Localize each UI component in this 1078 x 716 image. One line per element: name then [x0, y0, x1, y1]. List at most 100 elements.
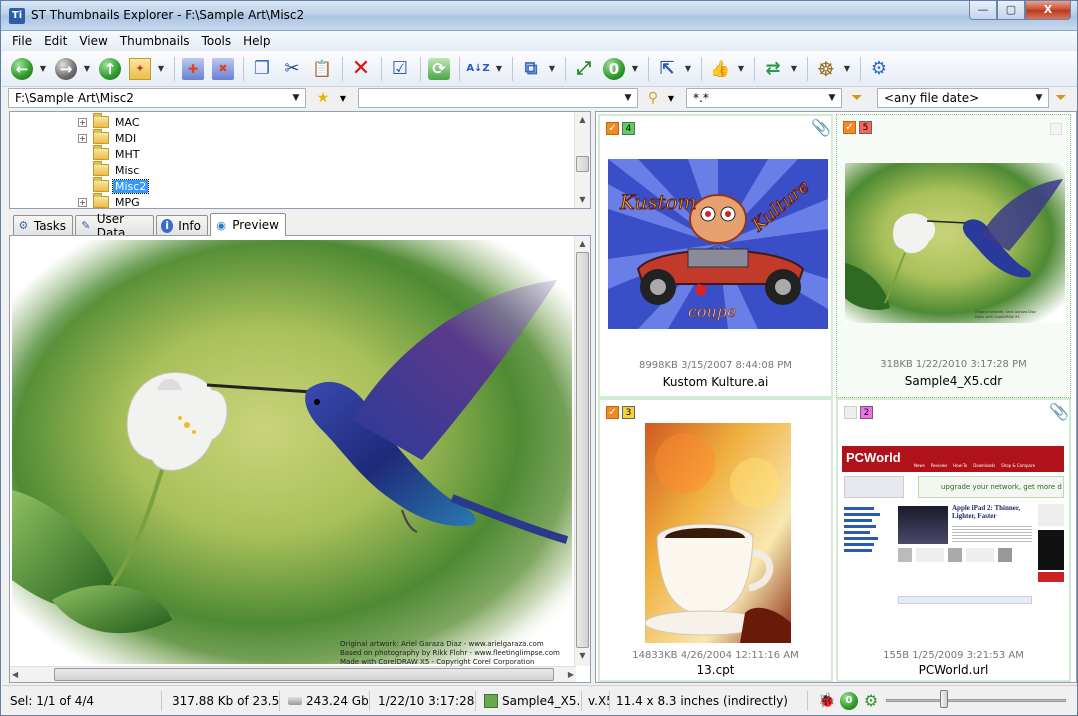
thumbs-dropdown[interactable]: ▼: [736, 64, 746, 73]
thumbnail-checkbox[interactable]: ✓: [606, 406, 619, 419]
tab-info[interactable]: i Info: [156, 215, 208, 235]
paste-button[interactable]: 📋: [308, 55, 336, 83]
tree-item[interactable]: Misc: [78, 161, 141, 178]
thumbnail-checkbox[interactable]: ✓: [606, 122, 619, 135]
mask-combo[interactable]: *.* ▼: [686, 88, 842, 108]
preview-vscroll[interactable]: ▲ ▼: [574, 236, 590, 666]
new-box-icon: ✚: [182, 57, 204, 80]
settings-button[interactable]: ⚙: [865, 55, 893, 83]
convert-dropdown[interactable]: ▼: [789, 64, 799, 73]
thumbnail-checkbox[interactable]: [844, 406, 857, 419]
thumbnail-item-selected[interactable]: ✓ 5 Original artwork: Ariel Garaza Diaz …: [836, 114, 1071, 398]
preview-hscroll[interactable]: ◀ ▶: [10, 666, 576, 682]
scroll-down-icon[interactable]: ▼: [575, 192, 590, 208]
search-key-icon[interactable]: ⚲: [644, 89, 662, 107]
tree-item[interactable]: Misc2: [78, 177, 150, 194]
chevron-down-icon[interactable]: ▼: [825, 90, 839, 106]
tree-item[interactable]: + MDI: [78, 129, 138, 146]
close-button[interactable]: X: [1025, 1, 1071, 20]
search-combo[interactable]: ▼: [358, 88, 638, 108]
bug-icon[interactable]: 🐞: [818, 693, 835, 709]
tree-scroll-thumb[interactable]: [576, 156, 589, 172]
tree-item[interactable]: + MPG: [78, 193, 142, 210]
scroll-left-icon[interactable]: ◀: [12, 667, 18, 682]
preview-hscroll-thumb[interactable]: [54, 668, 554, 681]
up-button[interactable]: ↑: [96, 55, 124, 83]
scroll-up-icon[interactable]: ▲: [575, 236, 590, 252]
title-bar[interactable]: Ti ST Thumbnails Explorer - F:\Sample Ar…: [1, 1, 1077, 31]
thumbnail-checkbox[interactable]: ✓: [843, 121, 856, 134]
window-title: ST Thumbnails Explorer - F:\Sample Art\M…: [31, 8, 305, 22]
tree-scrollbar[interactable]: ▲ ▼: [574, 112, 590, 208]
favorites-dropdown[interactable]: ▼: [334, 89, 352, 107]
date-filter-icon[interactable]: ⏷: [1052, 89, 1070, 107]
convert-button[interactable]: ⇄: [759, 55, 787, 83]
folder-dropdown[interactable]: ▼: [156, 64, 166, 73]
wheel-dropdown[interactable]: ▼: [842, 64, 852, 73]
back-dropdown[interactable]: ▼: [38, 64, 48, 73]
tab-user-data[interactable]: ✎ User Data: [75, 212, 154, 240]
open-folder-button[interactable]: ✦: [126, 55, 154, 83]
expand-toggle-icon[interactable]: +: [78, 117, 87, 127]
zoom-slider-track[interactable]: [886, 699, 1066, 702]
thumbs-button[interactable]: 👍: [706, 55, 734, 83]
sort-dropdown[interactable]: ▼: [494, 64, 504, 73]
delete-button[interactable]: ✕: [347, 55, 375, 83]
scroll-up-icon[interactable]: ▲: [575, 112, 590, 128]
thumbnail-item[interactable]: ✓ 3 14833KB 4/26/2004 12:11:16 AM 13.cpt: [598, 398, 833, 682]
maximize-button[interactable]: ▢: [997, 1, 1025, 20]
zoom-dropdown[interactable]: ▼: [630, 64, 640, 73]
tab-preview[interactable]: ◉ Preview: [210, 213, 286, 236]
menu-thumbnails[interactable]: Thumbnails: [114, 34, 196, 48]
filter-funnel-icon[interactable]: ⏷: [848, 89, 866, 107]
date-combo[interactable]: <any file date> ▼: [877, 88, 1049, 108]
path-combo[interactable]: F:\Sample Art\Misc2 ▼: [8, 88, 306, 108]
toolbar-separator: [860, 56, 861, 81]
search-dropdown[interactable]: ▼: [662, 89, 680, 107]
forward-button[interactable]: →: [52, 55, 80, 83]
delete-box-button[interactable]: ✖: [209, 55, 237, 83]
favorites-star-icon[interactable]: ★: [314, 89, 332, 107]
expand-toggle-icon[interactable]: +: [78, 133, 87, 143]
app-icon[interactable]: Ti: [9, 8, 25, 24]
forward-dropdown[interactable]: ▼: [82, 64, 92, 73]
scroll-down-icon[interactable]: ▼: [575, 648, 590, 664]
export-button[interactable]: ⇱: [653, 55, 681, 83]
check-all-button[interactable]: ☑: [386, 55, 414, 83]
thumbnail-item[interactable]: ✓ 4 📎 Kustom Kulture coupe 8998KB 3/15/2…: [598, 114, 833, 398]
refresh-button[interactable]: ⟳: [425, 55, 453, 83]
layout-button[interactable]: ⧉: [517, 55, 545, 83]
tree-item[interactable]: + MAC: [78, 113, 142, 130]
chevron-down-icon[interactable]: ▼: [1032, 90, 1046, 106]
new-box-button[interactable]: ✚: [179, 55, 207, 83]
fit-button[interactable]: ⤢: [570, 55, 598, 83]
pcworld-nav-item: News: [914, 463, 925, 468]
copy-button[interactable]: ❐: [248, 55, 276, 83]
chevron-down-icon[interactable]: ▼: [621, 90, 635, 106]
layout-dropdown[interactable]: ▼: [547, 64, 557, 73]
gear-icon[interactable]: ⚙: [862, 692, 880, 710]
preview-vscroll-thumb[interactable]: [576, 252, 589, 648]
menu-edit[interactable]: Edit: [38, 34, 73, 48]
expand-toggle-icon[interactable]: +: [78, 197, 87, 207]
export-dropdown[interactable]: ▼: [683, 64, 693, 73]
menu-tools[interactable]: Tools: [196, 34, 238, 48]
zoom-slider-thumb[interactable]: [940, 690, 948, 708]
scroll-right-icon[interactable]: ▶: [568, 667, 574, 682]
folder-tree[interactable]: + MAC + MDI MHT Misc Misc2 + MPG ▲ ▼: [9, 111, 591, 209]
drive-icon: [288, 697, 302, 705]
zoom-reset-icon[interactable]: 0: [840, 692, 858, 710]
zoom-zero-button[interactable]: 0: [600, 55, 628, 83]
back-button[interactable]: ←: [8, 55, 36, 83]
menu-file[interactable]: File: [6, 34, 38, 48]
thumbnail-item[interactable]: 2 📎 PCWorld News Reviews How-To Download…: [836, 398, 1071, 682]
tab-tasks[interactable]: ⚙ Tasks: [13, 215, 73, 235]
menu-view[interactable]: View: [73, 34, 113, 48]
chevron-down-icon[interactable]: ▼: [289, 90, 303, 106]
wheel-button[interactable]: ☸: [812, 55, 840, 83]
minimize-button[interactable]: —: [969, 1, 997, 20]
menu-help[interactable]: Help: [237, 34, 276, 48]
tree-item[interactable]: MHT: [78, 145, 141, 162]
sort-button[interactable]: A↓Z: [464, 55, 492, 83]
cut-button[interactable]: ✂: [278, 55, 306, 83]
